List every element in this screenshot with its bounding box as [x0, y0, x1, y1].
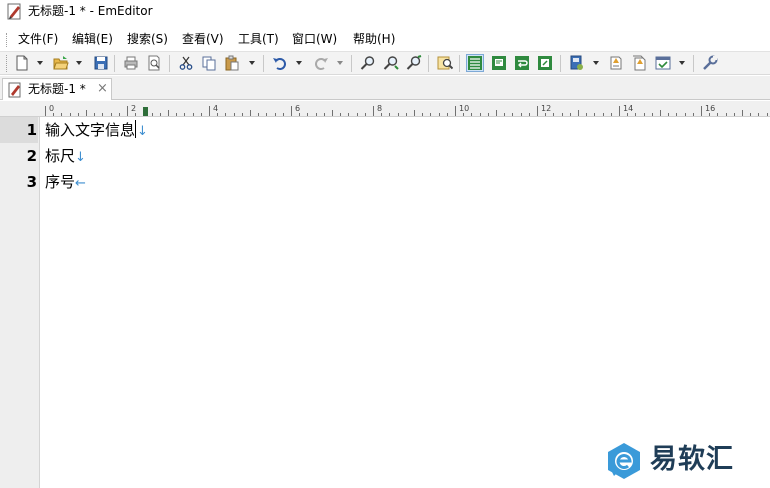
word-wrap-page-icon[interactable]: [537, 55, 553, 71]
line-number: 3: [26, 173, 37, 191]
toolbar-separator: [351, 55, 352, 72]
newline-mark-icon: ↓: [75, 150, 86, 165]
new-file-icon[interactable]: [14, 55, 30, 71]
toolbar-separator: [263, 55, 264, 72]
open-dropdown-icon[interactable]: [76, 61, 82, 65]
menu-window[interactable]: 窗口(W): [292, 31, 337, 47]
ruler-label: 8: [377, 104, 382, 113]
configuration-icon[interactable]: [569, 55, 585, 71]
toolbar-separator: [560, 55, 561, 72]
ruler: 0 2 4 6 8 10 12 14 16: [0, 101, 770, 117]
menu-bar-grip[interactable]: [6, 33, 10, 47]
word-wrap-none-icon[interactable]: [466, 54, 484, 72]
word-wrap-window-icon[interactable]: [491, 55, 507, 71]
find-next-icon[interactable]: [383, 55, 399, 71]
toolbar-separator: [428, 55, 429, 72]
undo-dropdown-icon[interactable]: [296, 61, 302, 65]
title-bar: 无标题-1 * - EmEditor: [0, 0, 770, 24]
properties-icon[interactable]: [608, 55, 624, 71]
check-dropdown-icon[interactable]: [679, 61, 685, 65]
menu-bar: 文件(F) 编辑(E) 搜索(S) 查看(V) 工具(T) 窗口(W) 帮助(H…: [0, 28, 770, 50]
tab-label: 无标题-1 *: [28, 82, 86, 96]
open-folder-icon[interactable]: [53, 55, 69, 71]
text-editor-area[interactable]: 输入文字信息 ↓ 标尺↓ 序号←: [40, 117, 770, 488]
check-icon[interactable]: [655, 55, 671, 71]
watermark-text: 易软汇: [650, 444, 734, 475]
ruler-label: 12: [541, 104, 551, 113]
word-wrap-chars-icon[interactable]: [514, 55, 530, 71]
ruler-label: 14: [623, 104, 633, 113]
copy-icon[interactable]: [201, 55, 217, 71]
newline-mark-icon: ↓: [137, 124, 148, 139]
new-file-dropdown-icon[interactable]: [37, 61, 43, 65]
redo-dropdown-icon[interactable]: [337, 61, 343, 65]
toolbar-separator: [114, 55, 115, 72]
menu-search[interactable]: 搜索(S): [127, 31, 168, 47]
line-text: 标尺: [45, 147, 76, 165]
emeditor-app-icon: [7, 3, 21, 20]
editor-line[interactable]: 序号←: [45, 169, 86, 197]
menu-edit[interactable]: 编辑(E): [72, 31, 113, 47]
tools-icon[interactable]: [702, 55, 718, 71]
watermark: 易软汇: [604, 441, 764, 481]
line-number: 2: [26, 147, 37, 165]
window-title: 无标题-1 * - EmEditor: [28, 4, 153, 18]
ruler-label: 6: [295, 104, 300, 113]
editor-line[interactable]: 标尺↓: [45, 143, 86, 171]
configuration-dropdown-icon[interactable]: [593, 61, 599, 65]
watermark-logo-icon: [608, 443, 640, 479]
find-icon[interactable]: [360, 55, 376, 71]
macros-icon[interactable]: [631, 55, 647, 71]
ruler-caret-marker: [143, 107, 148, 116]
eof-mark-icon: ←: [75, 176, 86, 191]
menu-tools[interactable]: 工具(T): [238, 31, 279, 47]
text-caret: [135, 120, 137, 138]
ruler-scale: 0 2 4 6 8 10 12 14 16: [45, 104, 768, 116]
tab-close-icon[interactable]: ×: [97, 81, 108, 96]
menu-file[interactable]: 文件(F): [18, 31, 58, 47]
document-icon: [8, 82, 21, 98]
redo-icon[interactable]: [313, 55, 329, 71]
print-icon[interactable]: [123, 55, 139, 71]
ruler-label: 0: [49, 104, 54, 113]
toolbar-grip[interactable]: [6, 55, 10, 72]
toolbar: [0, 51, 770, 75]
toolbar-separator: [693, 55, 694, 72]
line-text: 输入文字信息: [45, 121, 136, 139]
tab-bar: 无标题-1 * ×: [0, 76, 770, 100]
menu-view[interactable]: 查看(V): [182, 31, 224, 47]
toolbar-separator: [169, 55, 170, 72]
tab-document[interactable]: 无标题-1 * ×: [2, 78, 112, 100]
ruler-label: 16: [705, 104, 715, 113]
line-number: 1: [0, 117, 38, 143]
cut-icon[interactable]: [178, 55, 194, 71]
ruler-label: 2: [131, 104, 136, 113]
undo-icon[interactable]: [272, 55, 288, 71]
save-icon[interactable]: [93, 55, 109, 71]
menu-help[interactable]: 帮助(H): [353, 31, 395, 47]
editor-line[interactable]: 输入文字信息 ↓: [45, 117, 148, 145]
line-number-gutter[interactable]: 1 2 3: [0, 117, 40, 488]
ruler-label: 10: [459, 104, 469, 113]
print-preview-icon[interactable]: [146, 55, 162, 71]
ruler-label: 4: [213, 104, 218, 113]
paste-dropdown-icon[interactable]: [249, 61, 255, 65]
find-previous-icon[interactable]: [406, 55, 422, 71]
paste-icon[interactable]: [224, 55, 240, 71]
line-text: 序号: [45, 173, 76, 191]
find-in-files-icon[interactable]: [437, 55, 453, 71]
toolbar-separator: [459, 55, 460, 72]
